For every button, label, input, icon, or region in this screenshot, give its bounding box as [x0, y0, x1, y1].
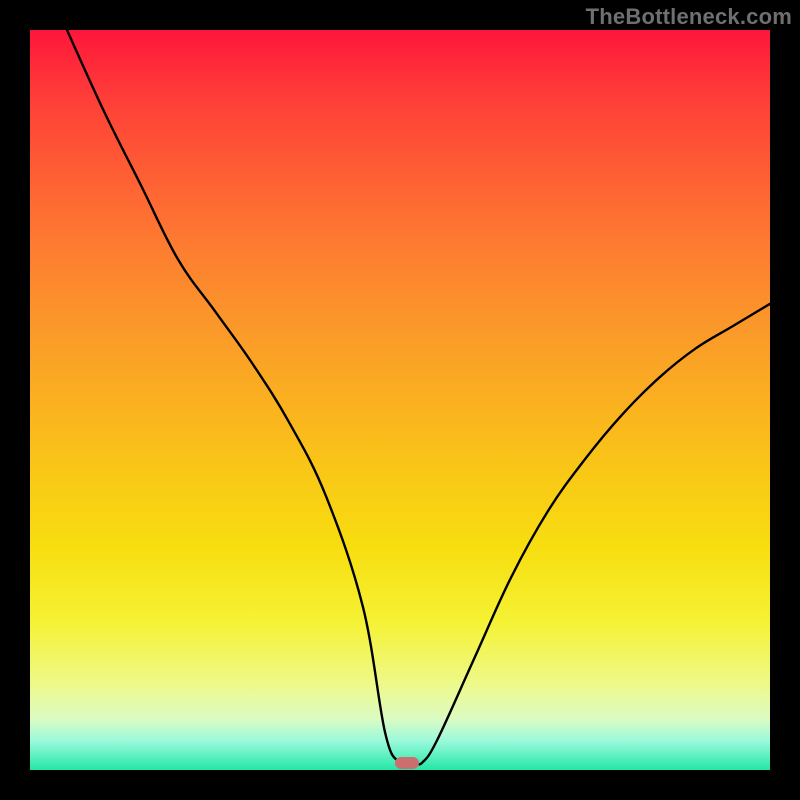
bottleneck-curve — [67, 30, 770, 765]
plot-area — [30, 30, 770, 770]
watermark-text: TheBottleneck.com — [586, 4, 792, 30]
optimum-marker — [395, 757, 419, 769]
curve-svg — [30, 30, 770, 770]
chart-frame: TheBottleneck.com — [0, 0, 800, 800]
